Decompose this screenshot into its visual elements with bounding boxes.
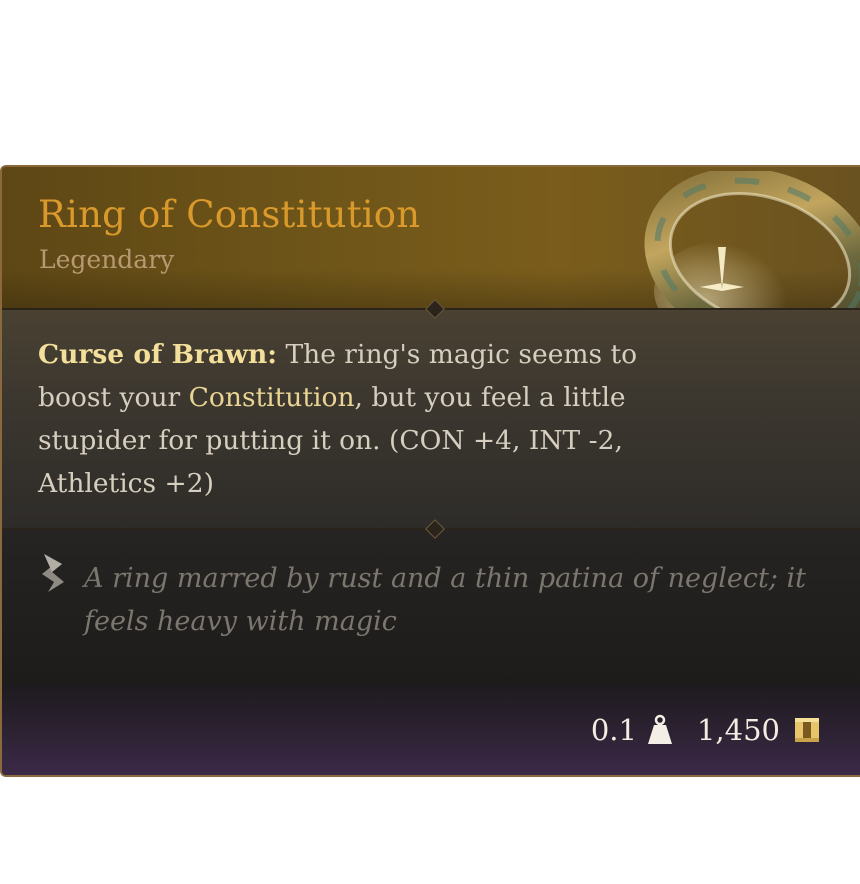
description-keyword: Curse of Brawn:: [38, 339, 278, 370]
weight-icon: [647, 714, 672, 744]
item-description: Curse of Brawn: The ring's magic seems t…: [38, 333, 638, 505]
item-value: 1,450: [696, 713, 780, 747]
value-stat: 1,450: [697, 713, 820, 747]
weight-stat: 0.1: [591, 713, 673, 747]
item-weight: 0.1: [590, 713, 637, 747]
item-tooltip: Ring of Constitution Legendary Curse of …: [0, 165, 860, 777]
scroll-quill-icon: [42, 554, 64, 592]
item-stats: 0.1 1,450: [591, 713, 820, 747]
description-highlight: Constitution: [188, 382, 355, 413]
item-lore: A ring marred by rust and a thin patina …: [84, 563, 806, 637]
item-rarity: Legendary: [39, 245, 175, 274]
item-name: Ring of Constitution: [38, 193, 421, 236]
gold-coin-icon: [795, 718, 819, 742]
